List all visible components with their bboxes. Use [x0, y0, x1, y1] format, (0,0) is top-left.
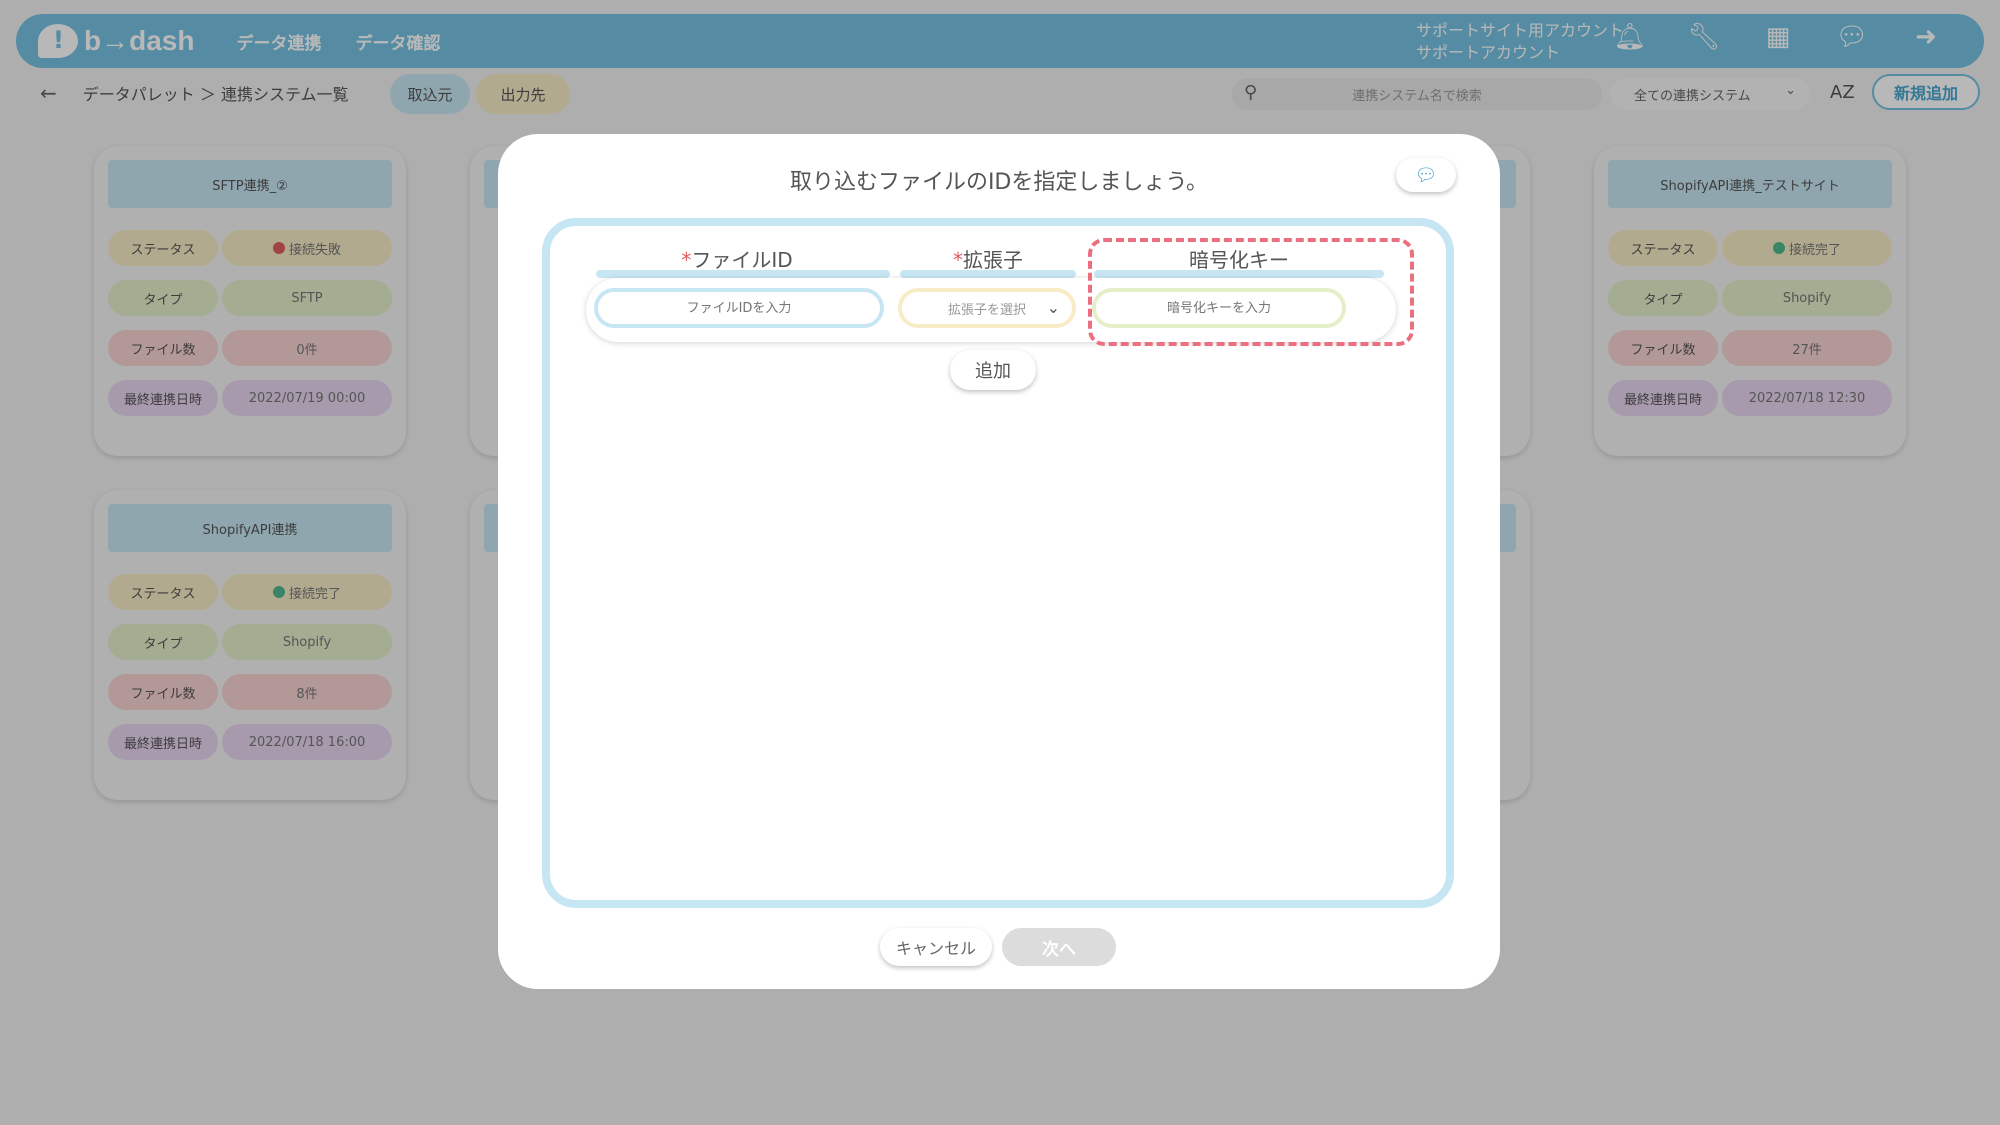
chat-icon: 💬︎ — [1414, 164, 1438, 186]
add-row-button[interactable]: 追加 — [950, 350, 1036, 390]
required-mark: * — [681, 248, 692, 272]
chevron-down-icon: ⌄ — [1046, 298, 1060, 317]
extension-select[interactable]: 拡張子を選択 ⌄ — [898, 288, 1076, 328]
column-underline — [900, 270, 1076, 278]
file-id-input[interactable] — [594, 288, 884, 328]
required-mark: * — [953, 248, 963, 272]
column-header-extension: *拡張子 — [900, 244, 1076, 273]
file-entry-panel: *ファイルID *拡張子 暗号化キー 拡張子を選択 ⌄ 追加 — [542, 218, 1454, 908]
column-label: ファイルID — [691, 248, 793, 272]
cancel-button[interactable]: キャンセル — [880, 928, 992, 966]
modal-title: 取り込むファイルのIDを指定しましょう。 — [789, 170, 1209, 195]
file-id-modal: 取り込むファイルのIDを指定しましょう。 💬︎ *ファイルID *拡張子 暗号化… — [498, 134, 1500, 989]
column-label: 拡張子 — [963, 248, 1023, 272]
extension-placeholder: 拡張子を選択 — [947, 302, 1026, 318]
next-button[interactable]: 次へ — [1002, 928, 1116, 966]
column-header-file-id: *ファイルID — [590, 244, 884, 273]
encryption-key-highlight — [1088, 238, 1414, 346]
help-chat-button[interactable]: 💬︎ — [1396, 158, 1456, 192]
column-underline — [596, 270, 890, 278]
